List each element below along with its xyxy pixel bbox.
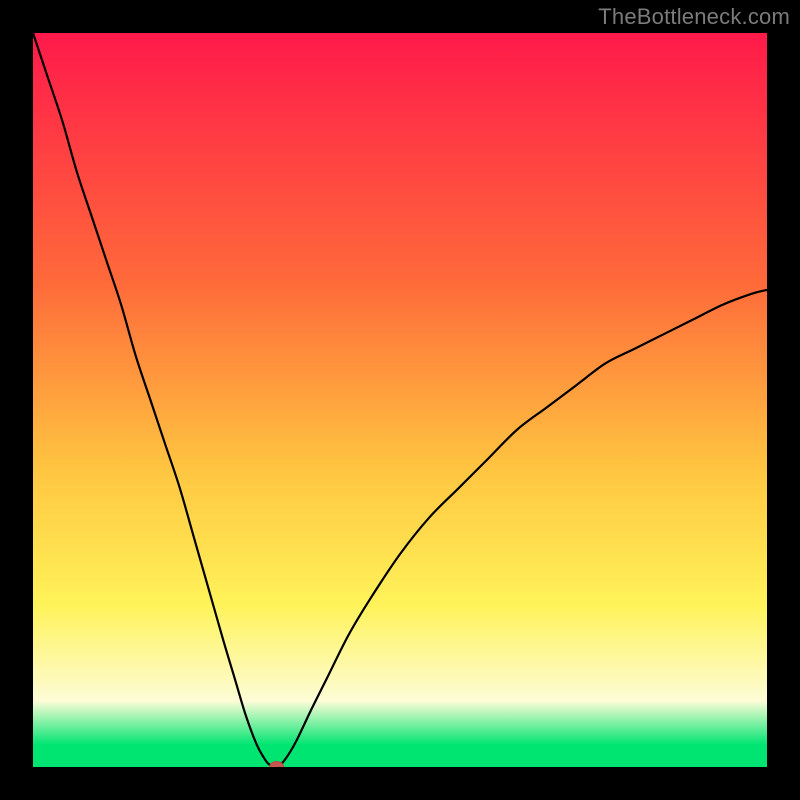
gradient-background bbox=[33, 33, 767, 767]
watermark-text: TheBottleneck.com bbox=[598, 4, 790, 30]
bottleneck-chart bbox=[33, 33, 767, 767]
chart-frame: TheBottleneck.com bbox=[0, 0, 800, 800]
plot-area bbox=[33, 33, 767, 767]
